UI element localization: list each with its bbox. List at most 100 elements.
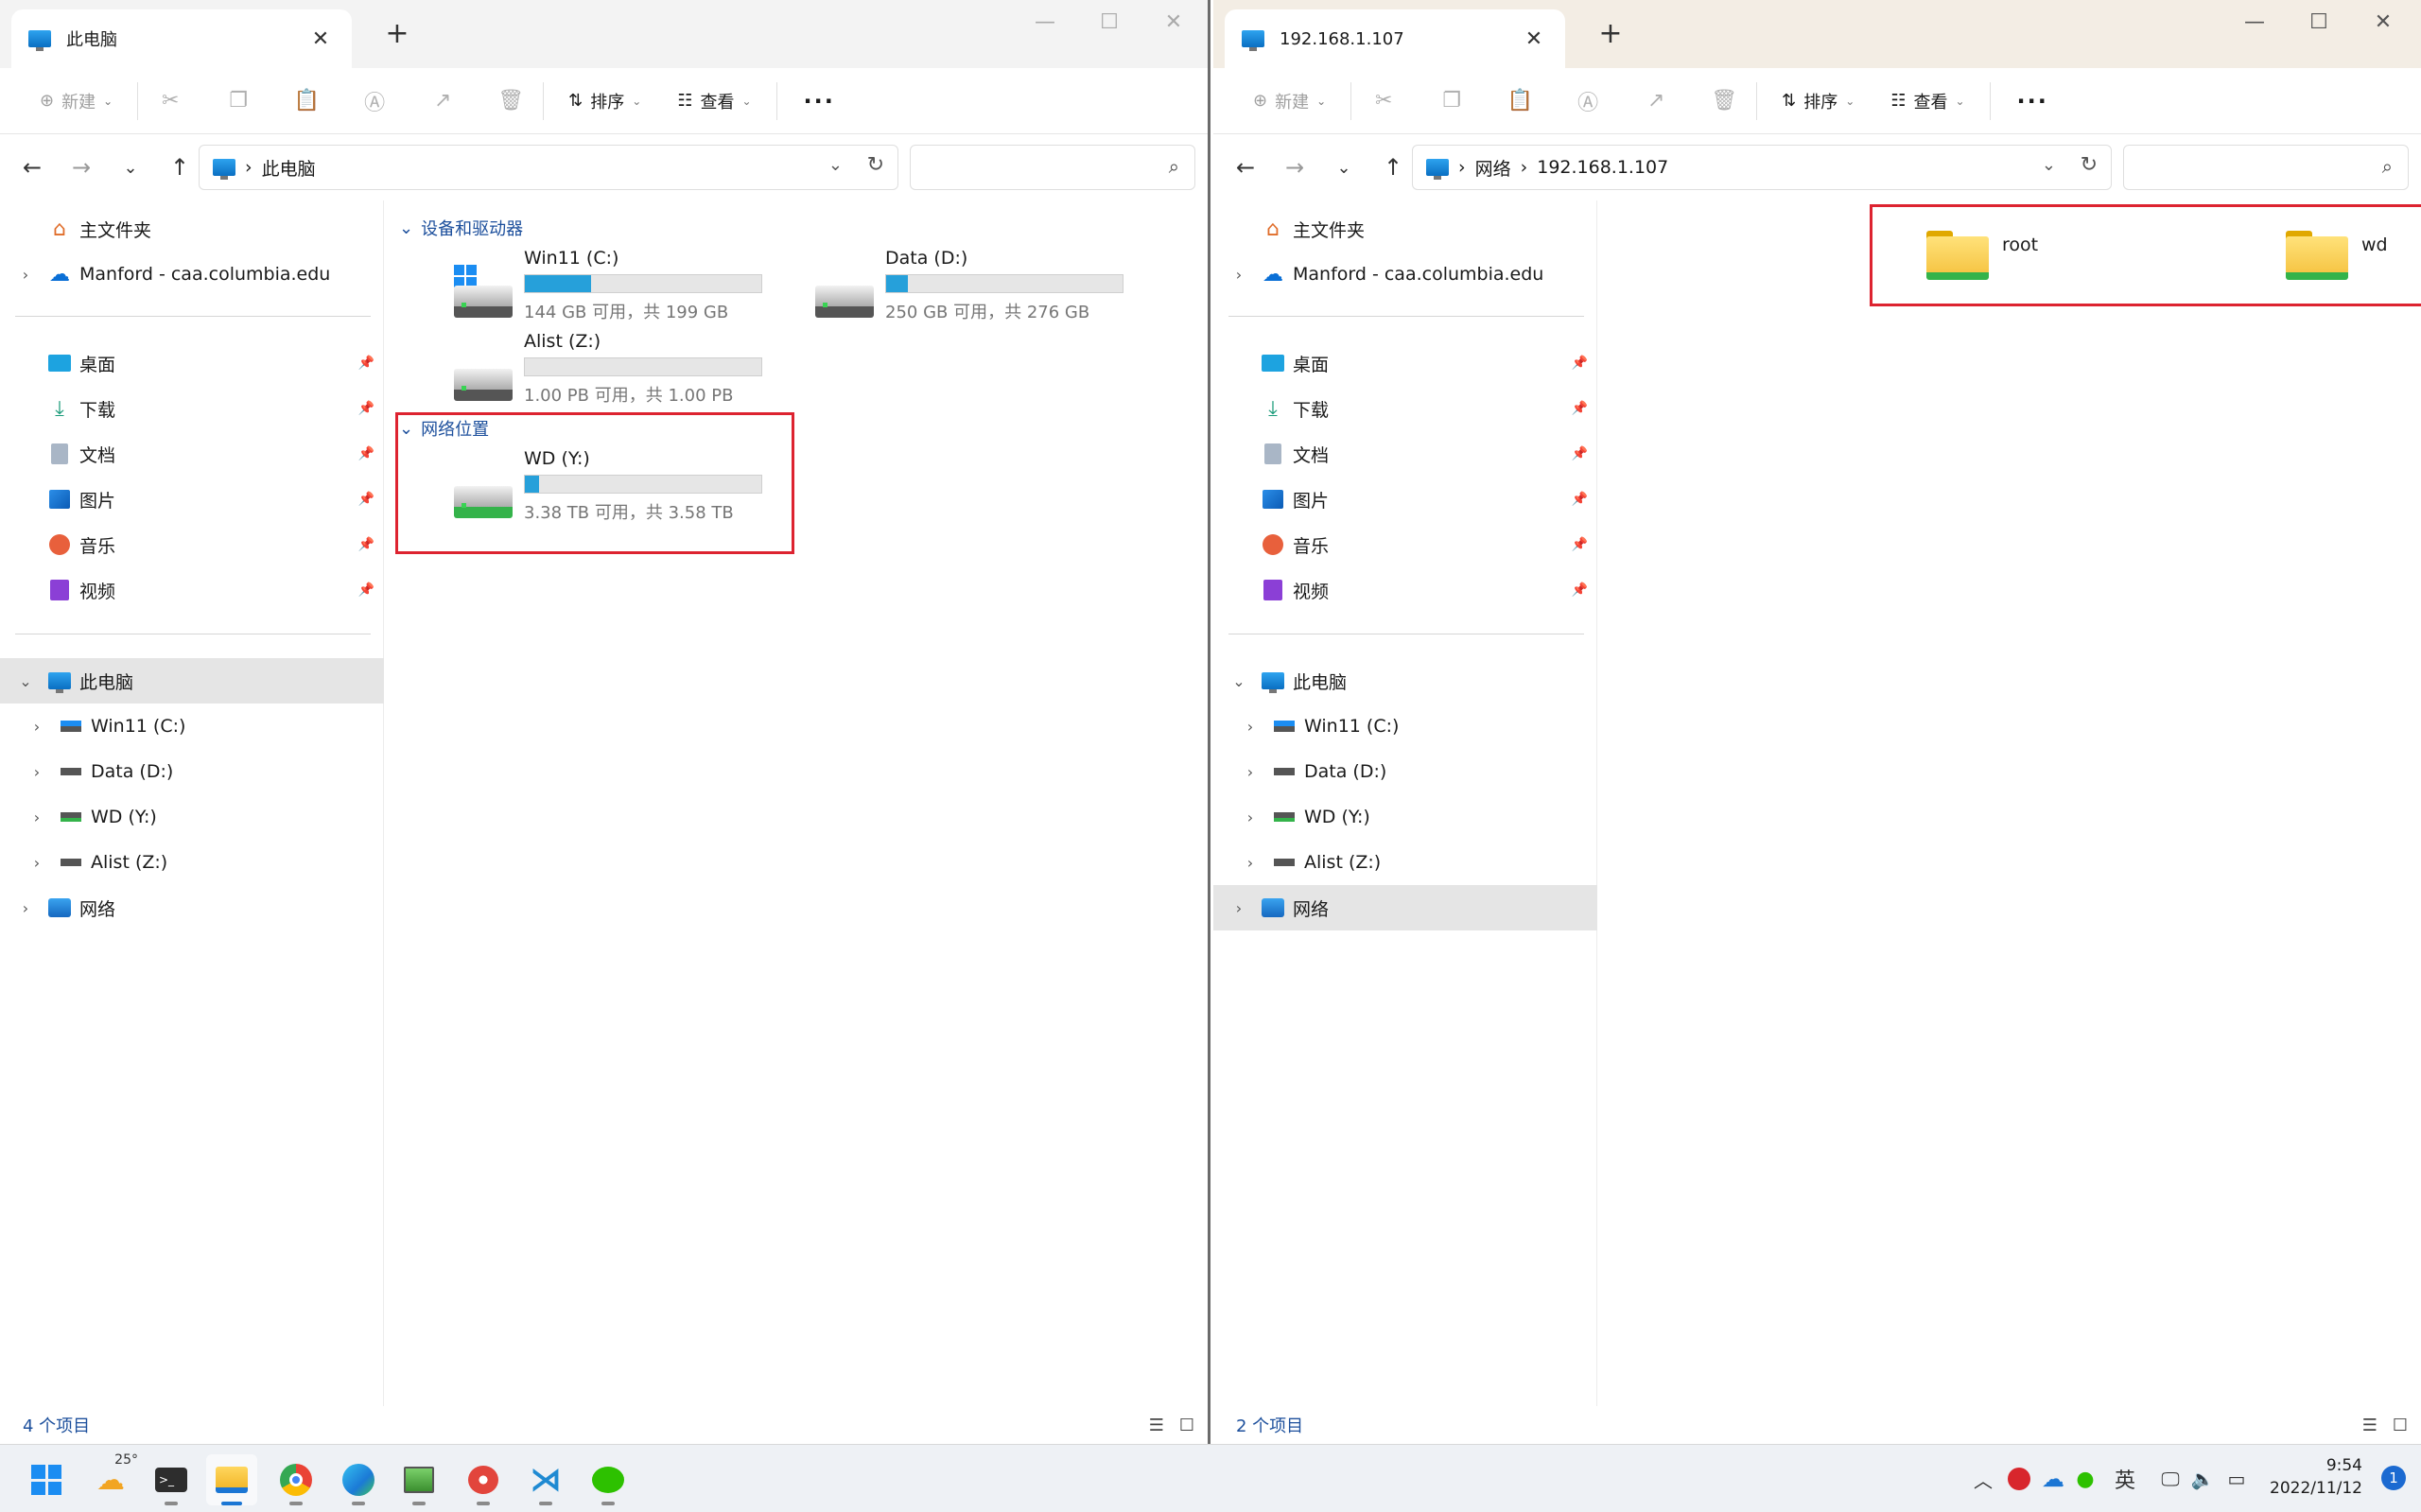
delete-icon[interactable]: 🗑: [1705, 78, 1743, 125]
sidebar-item-documents[interactable]: 文档 📌: [1213, 431, 1597, 477]
new-tab-button[interactable]: +: [378, 15, 416, 53]
paste-icon[interactable]: 📋: [287, 78, 325, 125]
pin-icon[interactable]: 📌: [358, 356, 374, 371]
details-view-icon[interactable]: ☰: [1149, 1416, 1164, 1435]
chevron-right-icon[interactable]: ›: [26, 718, 47, 736]
details-view-icon[interactable]: ☰: [2362, 1416, 2377, 1435]
drive-item-z[interactable]: Alist (Z:) 1.00 PB 可用，共 1.00 PB: [437, 331, 796, 407]
forward-arrow-icon[interactable]: →: [57, 154, 106, 181]
show-hidden-icons-icon[interactable]: ︿: [1969, 1445, 1997, 1512]
more-options-icon[interactable]: ···: [2004, 88, 2062, 114]
search-input[interactable]: ⌕: [910, 145, 1195, 190]
sidebar-item-network[interactable]: › 网络: [0, 885, 384, 930]
breadcrumb-this-pc[interactable]: 此电脑: [262, 155, 316, 181]
pin-icon[interactable]: 📌: [1572, 401, 1588, 416]
up-arrow-icon[interactable]: ↑: [1368, 154, 1418, 181]
sidebar-item-music[interactable]: 音乐 📌: [0, 522, 384, 567]
drive-item-d[interactable]: Data (D:) 250 GB 可用，共 276 GB: [798, 248, 1158, 323]
sort-button[interactable]: ⇅ 排序 ⌄: [557, 78, 653, 125]
tray-app-icon[interactable]: [2003, 1445, 2035, 1512]
drive-item-c[interactable]: Win11 (C:) 144 GB 可用，共 199 GB: [437, 248, 796, 323]
taskbar-app-chrome[interactable]: [270, 1454, 322, 1505]
chevron-right-icon[interactable]: ›: [15, 266, 36, 284]
chevron-right-icon[interactable]: ›: [1240, 763, 1261, 781]
sidebar-item-pictures[interactable]: 图片 📌: [0, 477, 384, 522]
sidebar-item-drive-z[interactable]: › Alist (Z:): [0, 840, 384, 885]
chevron-right-icon[interactable]: ›: [26, 854, 47, 872]
sidebar-item-onedrive[interactable]: › ☁ Manford - caa.columbia.edu: [1213, 252, 1597, 297]
close-window-button[interactable]: ✕: [2350, 4, 2416, 42]
tiles-view-icon[interactable]: ☐: [1179, 1416, 1194, 1435]
chevron-down-icon[interactable]: ⌄: [2042, 155, 2056, 175]
recent-locations-icon[interactable]: ⌄: [106, 158, 155, 178]
ime-indicator[interactable]: 英: [2109, 1445, 2141, 1512]
sidebar-item-drive-y[interactable]: › WD (Y:): [0, 794, 384, 840]
group-header-network[interactable]: ⌄ 网络位置: [399, 416, 489, 441]
chevron-right-icon[interactable]: ›: [26, 763, 47, 781]
notification-badge[interactable]: 1: [2381, 1466, 2406, 1490]
pin-icon[interactable]: 📌: [1572, 492, 1588, 507]
back-arrow-icon[interactable]: ←: [8, 154, 57, 181]
rename-icon[interactable]: Ⓐ: [1569, 78, 1607, 125]
sidebar-item-home[interactable]: ⌂ 主文件夹: [0, 206, 384, 252]
clock[interactable]: 9:54 2022/11/12: [2270, 1454, 2362, 1500]
sidebar-item-videos[interactable]: 视频 📌: [1213, 567, 1597, 613]
up-arrow-icon[interactable]: ↑: [155, 154, 204, 181]
chevron-right-icon[interactable]: ›: [1240, 718, 1261, 736]
pin-icon[interactable]: 📌: [1572, 356, 1588, 371]
tiles-view-icon[interactable]: ☐: [2393, 1416, 2408, 1435]
group-header-devices[interactable]: ⌄ 设备和驱动器: [399, 216, 523, 240]
pin-icon[interactable]: 📌: [358, 582, 374, 598]
chevron-down-icon[interactable]: ⌄: [828, 155, 843, 175]
forward-arrow-icon[interactable]: →: [1270, 154, 1319, 181]
minimize-button[interactable]: —: [1012, 4, 1078, 42]
breadcrumb-network[interactable]: 网络: [1475, 155, 1511, 181]
close-tab-icon[interactable]: ✕: [1520, 27, 1548, 51]
sidebar-item-network[interactable]: › 网络: [1213, 885, 1597, 930]
new-tab-button[interactable]: +: [1592, 15, 1629, 53]
tab-network-host[interactable]: 192.168.1.107 ✕: [1225, 9, 1565, 68]
sidebar-item-drive-z[interactable]: › Alist (Z:): [1213, 840, 1597, 885]
cut-icon[interactable]: ✂: [151, 78, 189, 125]
chevron-right-icon[interactable]: ›: [1228, 266, 1249, 284]
share-icon[interactable]: ↗: [424, 78, 462, 125]
pin-icon[interactable]: 📌: [1572, 446, 1588, 461]
breadcrumb-host[interactable]: 192.168.1.107: [1537, 157, 1668, 178]
new-button[interactable]: ⊕ 新建 ⌄: [1242, 78, 1337, 125]
sidebar-item-music[interactable]: 音乐 📌: [1213, 522, 1597, 567]
address-bar[interactable]: › 网络 › 192.168.1.107 ⌄ ↻: [1412, 145, 2112, 190]
delete-icon[interactable]: 🗑: [492, 78, 530, 125]
chevron-down-icon[interactable]: ⌄: [15, 672, 36, 690]
rename-icon[interactable]: Ⓐ: [356, 78, 393, 125]
chevron-down-icon[interactable]: ⌄: [1228, 672, 1249, 690]
taskbar-app-wechat[interactable]: [583, 1454, 634, 1505]
pin-icon[interactable]: 📌: [358, 401, 374, 416]
more-options-icon[interactable]: ···: [791, 88, 848, 114]
address-bar[interactable]: › 此电脑 ⌄ ↻: [199, 145, 898, 190]
search-input[interactable]: ⌕: [2123, 145, 2409, 190]
copy-icon[interactable]: ❐: [1433, 78, 1471, 125]
sidebar-item-onedrive[interactable]: › ☁ Manford - caa.columbia.edu: [0, 252, 384, 297]
sidebar-item-downloads[interactable]: ⤓ 下载 📌: [0, 386, 384, 431]
wechat-tray-icon[interactable]: ●: [2069, 1445, 2101, 1512]
taskbar-app-file-explorer[interactable]: [206, 1454, 257, 1505]
view-button[interactable]: ☷ 查看 ⌄: [1879, 78, 1976, 125]
volume-icon[interactable]: 🔈: [2186, 1445, 2219, 1512]
maximize-button[interactable]: ☐: [2286, 4, 2352, 42]
chevron-right-icon[interactable]: ›: [1240, 808, 1261, 826]
pin-icon[interactable]: 📌: [358, 446, 374, 461]
taskbar-app-edge[interactable]: [333, 1454, 384, 1505]
copy-icon[interactable]: ❐: [219, 78, 257, 125]
network-tray-icon[interactable]: 🖵: [2154, 1445, 2186, 1512]
sort-button[interactable]: ⇅ 排序 ⌄: [1770, 78, 1866, 125]
folder-item-root[interactable]: root: [1926, 212, 2134, 287]
sidebar-item-desktop[interactable]: 桌面 📌: [0, 340, 384, 386]
sidebar-item-drive-c[interactable]: › Win11 (C:): [0, 704, 384, 749]
taskbar-app-terminal[interactable]: >_: [146, 1454, 197, 1505]
pin-icon[interactable]: 📌: [358, 537, 374, 552]
close-tab-icon[interactable]: ✕: [306, 27, 335, 51]
sidebar-item-downloads[interactable]: ⤓ 下载 📌: [1213, 386, 1597, 431]
taskbar-app-snail[interactable]: [458, 1454, 509, 1505]
sidebar-item-this-pc[interactable]: ⌄ 此电脑: [0, 658, 384, 704]
minimize-button[interactable]: —: [2221, 4, 2288, 42]
